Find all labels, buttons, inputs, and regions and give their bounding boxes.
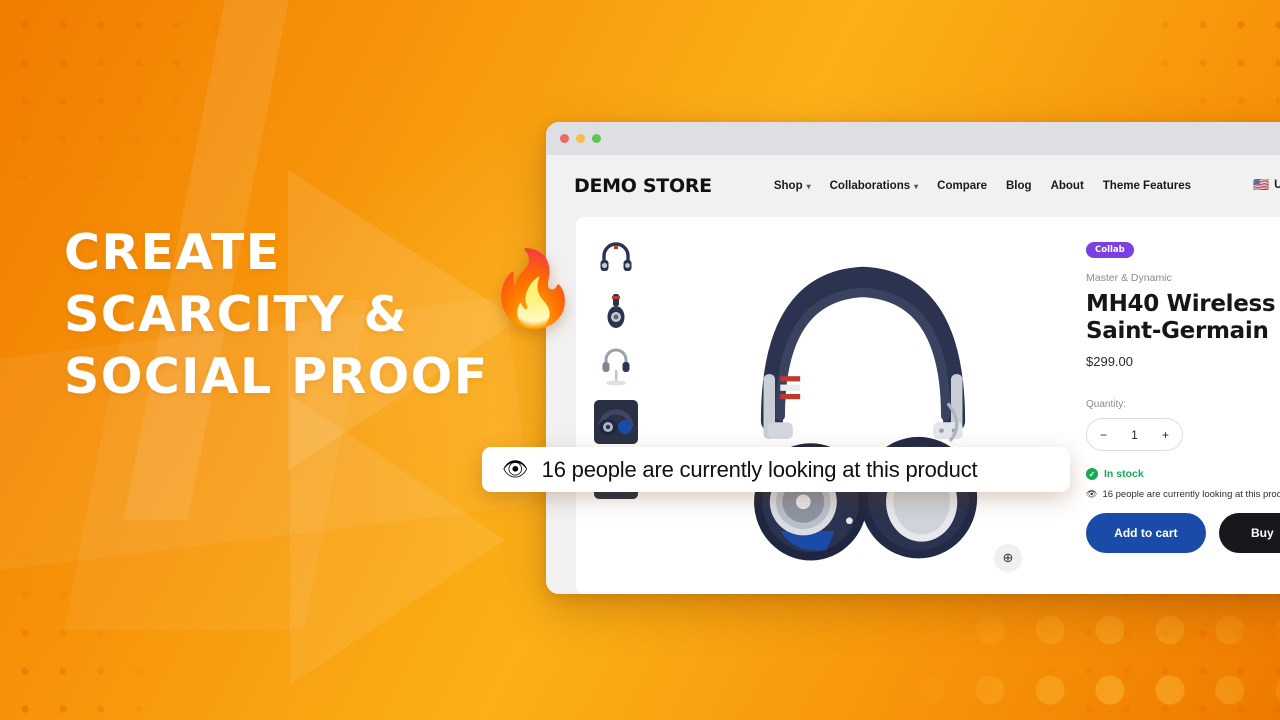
quantity-label: Quantity: [1086,399,1127,410]
nav-label: Shop [773,180,803,192]
maximize-icon[interactable] [592,134,601,143]
nav-label: About [1050,180,1084,192]
eye-icon: 👁 [502,458,529,481]
nav-item-theme-features[interactable]: Theme Features [1103,180,1191,192]
quantity-stepper[interactable]: − 1 + [1086,418,1183,451]
decorative-arrow-triangle-lower [290,395,505,685]
store-logo[interactable]: DEMO STORE [574,175,712,197]
headline-line-1: CREATE [64,224,281,281]
quantity-value[interactable]: 1 [1131,428,1138,442]
social-proof-callout: 👁 16 people are currently looking at thi… [482,447,1070,492]
product-price: $299.00 [1086,354,1133,369]
headphones-front-icon [600,242,632,271]
store-page: DEMO STORE Shop ▾ Collaborations ▾ Compa… [546,155,1280,594]
currency-label: USD $ [1274,179,1280,191]
nav-label: Compare [937,180,987,192]
nav-label: Theme Features [1102,180,1191,192]
product-main-image [690,217,1036,594]
nav-label: Blog [1006,180,1032,192]
store-header: DEMO STORE Shop ▾ Collaborations ▾ Compa… [546,155,1280,217]
check-circle-icon: ✓ [1086,468,1098,480]
product-title-line-1: MH40 Wireless Pa [1086,291,1280,317]
close-icon[interactable] [560,134,569,143]
product-thumbnail[interactable] [594,400,638,444]
nav-label: Collaborations [829,180,911,192]
stock-status: ✓ In stock [1086,468,1280,480]
fire-icon: 🔥 [487,247,580,330]
product-info-column: Collab Master & Dynamic MH40 Wireless Pa… [1086,217,1280,594]
product-title: MH40 Wireless Pa Saint-Germain [1086,291,1280,345]
chevron-down-icon: ▾ [806,181,811,191]
live-viewers-text: 16 people are currently looking at this … [1102,489,1280,500]
eye-icon: 👁 [1086,489,1098,499]
headline-line-3: SOCIAL PROOF [64,348,489,405]
browser-window: DEMO STORE Shop ▾ Collaborations ▾ Compa… [546,122,1280,594]
product-cta-group: Add to cart Buy [1086,513,1280,553]
product-vendor: Master & Dynamic [1086,272,1172,284]
nav-item-collaborations[interactable]: Collaborations ▾ [830,180,919,192]
product-image-gallery[interactable]: ⊕ [640,217,1086,594]
main-navigation: Shop ▾ Collaborations ▾ Compare Blog Abo… [774,180,1191,192]
quantity-decrease-button[interactable]: − [1100,428,1107,442]
minimize-icon[interactable] [576,134,585,143]
nav-item-blog[interactable]: Blog [1006,180,1032,192]
product-thumbnail[interactable] [594,235,638,279]
chevron-down-icon: ▾ [914,181,919,191]
stock-status-label: In stock [1104,468,1144,480]
product-detail-panel: ⊕ Collab Master & Dynamic MH40 Wireless … [576,217,1280,594]
collab-badge: Collab [1086,242,1134,258]
currency-selector[interactable]: 🇺🇸 USD $ [1253,177,1280,193]
buy-now-button[interactable]: Buy [1218,513,1280,553]
live-viewers-notice: 👁 16 people are currently looking at thi… [1086,489,1280,500]
nav-item-shop[interactable]: Shop ▾ [774,180,811,192]
nav-item-compare[interactable]: Compare [937,180,987,192]
headline-line-2: SCARCITY & [64,286,408,343]
browser-titlebar [546,122,1280,155]
nav-item-about[interactable]: About [1051,180,1084,192]
page-headline: CREATE SCARCITY & SOCIAL PROOF [64,222,489,408]
us-flag-icon: 🇺🇸 [1252,177,1270,192]
add-to-cart-button[interactable]: Add to cart [1086,513,1206,553]
headphones-on-stand-icon [602,348,630,386]
social-proof-callout-text: 16 people are currently looking at this … [541,456,978,482]
product-title-line-2: Saint-Germain [1086,318,1269,344]
headphones-folded-icon [607,294,625,328]
product-thumbnail-list [576,217,640,594]
product-thumbnail[interactable] [594,290,638,334]
headphones-detail-icon [598,409,634,435]
zoom-image-button[interactable]: ⊕ [994,544,1022,572]
quantity-increase-button[interactable]: + [1162,428,1169,442]
product-thumbnail[interactable] [594,345,638,389]
